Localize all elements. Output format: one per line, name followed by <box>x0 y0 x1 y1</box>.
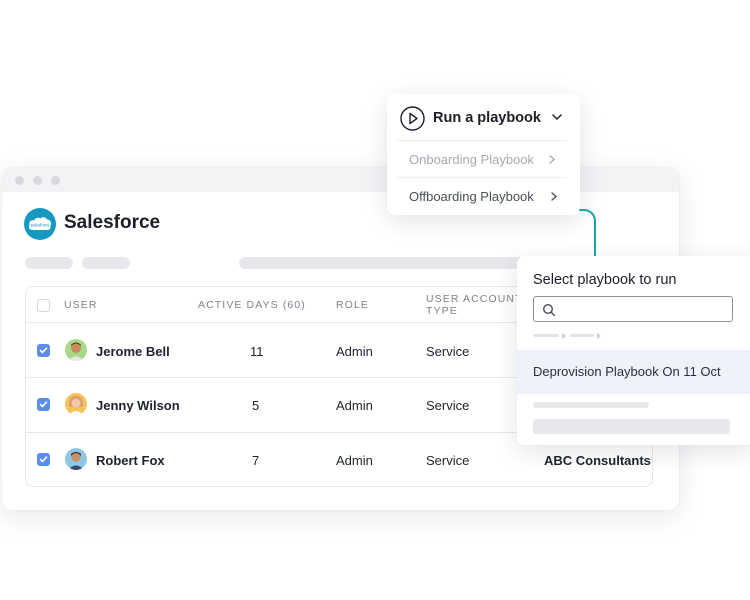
select-all-checkbox[interactable] <box>37 299 50 312</box>
run-playbook-menu: Run a playbook Onboarding Playbook Offbo… <box>387 94 580 215</box>
breadcrumb-skeleton <box>570 334 594 337</box>
menu-item-offboarding[interactable]: Offboarding Playbook <box>409 189 534 204</box>
skeleton-search-bar <box>239 257 539 269</box>
run-playbook-button[interactable]: Run a playbook <box>433 110 541 126</box>
salesforce-logo: salesforce <box>24 208 56 240</box>
chevron-right-icon <box>551 192 558 201</box>
checkmark-icon <box>39 347 48 354</box>
window-dot-maximize[interactable] <box>51 176 60 185</box>
row-checkbox[interactable] <box>37 344 50 357</box>
account-type: Service <box>426 344 470 359</box>
search-icon <box>542 303 556 317</box>
skeleton-block <box>533 419 730 434</box>
breadcrumb-arrow-icon <box>597 333 601 339</box>
chevron-right-icon <box>549 155 556 164</box>
account-type: Service <box>426 398 470 413</box>
user-name: Jenny Wilson <box>96 398 180 413</box>
menu-divider <box>397 177 567 178</box>
select-playbook-panel: Select playbook to run Deprovision Playb… <box>517 256 750 445</box>
column-header-user[interactable]: USER <box>64 299 98 311</box>
playbook-option-label: Deprovision Playbook On 11 Oct <box>533 364 721 379</box>
breadcrumb-arrow-icon <box>562 333 566 339</box>
salesforce-logo-text: salesforce <box>30 223 50 228</box>
user-name: Robert Fox <box>96 453 165 468</box>
skeleton-tab-2 <box>82 257 130 269</box>
avatar <box>65 448 87 470</box>
window-dot-close[interactable] <box>15 176 24 185</box>
active-days: 11 <box>250 344 264 359</box>
company-name: ABC Consultants <box>544 453 651 468</box>
window-dot-minimize[interactable] <box>33 176 42 185</box>
menu-divider <box>397 140 567 141</box>
skeleton-line <box>533 402 649 408</box>
role: Admin <box>336 453 373 468</box>
skeleton-tab-1 <box>25 257 73 269</box>
column-header-role[interactable]: ROLE <box>336 299 369 311</box>
account-type: Service <box>426 453 470 468</box>
search-input[interactable] <box>533 296 733 322</box>
avatar <box>65 339 87 361</box>
playbook-option-selected[interactable]: Deprovision Playbook On 11 Oct <box>517 350 750 394</box>
breadcrumb-skeleton <box>533 334 559 337</box>
play-circle-icon[interactable] <box>400 106 425 131</box>
avatar <box>65 393 87 415</box>
column-header-account-type[interactable]: USER ACCOUNT TYPE <box>426 293 526 317</box>
role: Admin <box>336 344 373 359</box>
panel-title: Select playbook to run <box>533 272 677 288</box>
role: Admin <box>336 398 373 413</box>
row-checkbox[interactable] <box>37 453 50 466</box>
row-checkbox[interactable] <box>37 398 50 411</box>
active-days: 5 <box>252 398 260 413</box>
active-days: 7 <box>252 453 260 468</box>
app-title: Salesforce <box>64 212 161 233</box>
menu-item-onboarding[interactable]: Onboarding Playbook <box>409 152 534 167</box>
connector-line <box>560 209 596 259</box>
checkmark-icon <box>39 456 48 463</box>
user-name: Jerome Bell <box>96 344 170 359</box>
checkmark-icon <box>39 401 48 408</box>
column-header-active-days[interactable]: ACTIVE DAYS (60) <box>198 299 306 311</box>
chevron-down-icon[interactable] <box>551 113 563 121</box>
